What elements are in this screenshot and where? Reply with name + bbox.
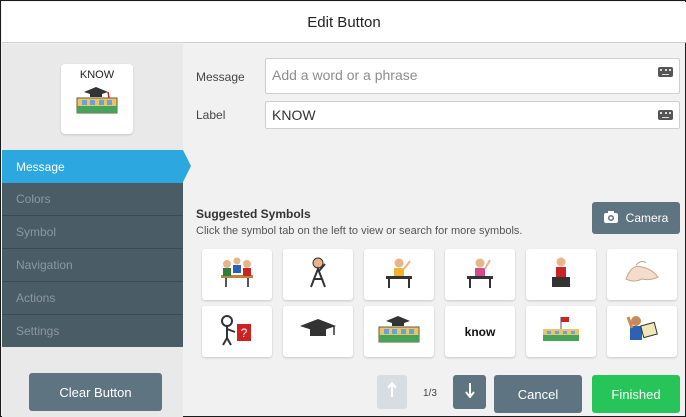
sidebar-item-label: Colors xyxy=(16,192,51,206)
keyboard-icon[interactable] xyxy=(658,67,673,77)
sidebar-item-label: Navigation xyxy=(16,258,73,272)
cancel-button[interactable]: Cancel xyxy=(494,375,582,413)
edit-button-dialog: Edit Button KNOW Message Colors Symbol N… xyxy=(0,0,686,417)
symbol-tile[interactable] xyxy=(445,249,515,300)
page-indicator: 1/3 xyxy=(423,388,437,399)
svg-text:?: ? xyxy=(241,326,248,340)
student-standing-icon xyxy=(546,255,576,294)
camera-button[interactable]: Camera xyxy=(592,202,680,234)
arrow-down-icon xyxy=(464,382,475,403)
symbol-tile[interactable] xyxy=(364,249,434,300)
student-at-desk-icon xyxy=(382,255,416,294)
sidebar-item-label: Symbol xyxy=(16,225,57,239)
sidebar-nav: Message Colors Symbol Navigation Actions… xyxy=(2,150,191,348)
preview-label: KNOW xyxy=(79,69,115,81)
sidebar-item-settings[interactable]: Settings xyxy=(2,315,183,348)
sidebar-item-actions[interactable]: Actions xyxy=(2,282,183,315)
students-discussing-icon xyxy=(217,255,257,294)
message-field-label: Message xyxy=(196,70,245,84)
symbol-text: know xyxy=(464,324,496,339)
camera-label: Camera xyxy=(625,211,669,225)
preview-area: KNOW xyxy=(2,44,183,150)
symbol-tile[interactable] xyxy=(607,306,677,357)
page-up-button[interactable] xyxy=(377,375,407,409)
sidebar-item-message[interactable]: Message xyxy=(2,150,191,183)
graduation-cap-icon xyxy=(298,317,338,346)
symbol-tile[interactable] xyxy=(526,306,596,357)
suggested-symbols-title: Suggested Symbols xyxy=(196,207,311,221)
sidebar-item-symbol[interactable]: Symbol xyxy=(2,216,183,249)
sidebar-item-label: Settings xyxy=(16,324,60,338)
symbol-tile[interactable]: ? xyxy=(202,306,272,357)
clear-button[interactable]: Clear Button xyxy=(29,373,162,411)
symbol-tile[interactable]: know xyxy=(445,306,515,357)
student-at-desk-2-icon xyxy=(463,255,497,294)
dialog-title: Edit Button xyxy=(2,2,686,43)
sidebar: KNOW Message Colors Symbol Navigation Ac… xyxy=(2,44,191,417)
symbol-tile[interactable] xyxy=(364,306,434,357)
person-with-paper-icon xyxy=(624,312,660,351)
person-question-icon: ? xyxy=(217,312,257,351)
symbol-tile[interactable] xyxy=(283,249,353,300)
sidebar-item-label: Actions xyxy=(16,291,56,305)
sidebar-item-colors[interactable]: Colors xyxy=(2,183,183,216)
keyboard-icon[interactable] xyxy=(658,110,673,120)
camera-icon xyxy=(603,210,618,226)
graduation-school-icon xyxy=(74,84,120,121)
person-thinking-icon xyxy=(301,255,335,294)
label-input[interactable]: KNOW xyxy=(265,101,680,129)
main-panel: Message Add a word or a phrase Label KNO… xyxy=(183,44,686,417)
label-value: KNOW xyxy=(272,107,316,123)
message-placeholder: Add a word or a phrase xyxy=(272,67,418,83)
school-building-icon xyxy=(541,315,581,348)
finished-button[interactable]: Finished xyxy=(592,375,680,413)
sidebar-footer: Clear Button xyxy=(2,347,183,417)
page-down-button[interactable] xyxy=(453,375,486,409)
symbol-tile[interactable] xyxy=(283,306,353,357)
arrow-up-icon xyxy=(387,380,397,403)
sidebar-item-label: Message xyxy=(16,159,65,174)
sidebar-item-navigation[interactable]: Navigation xyxy=(2,249,183,282)
label-field-label: Label xyxy=(196,108,226,122)
symbol-tile[interactable] xyxy=(607,249,677,300)
button-preview[interactable]: KNOW xyxy=(61,64,133,134)
message-input[interactable]: Add a word or a phrase xyxy=(265,58,680,94)
symbol-tile[interactable] xyxy=(526,249,596,300)
suggested-symbols-hint: Click the symbol tab on the left to view… xyxy=(196,225,523,237)
symbol-tile[interactable] xyxy=(202,249,272,300)
hand-gesture-icon xyxy=(622,257,662,292)
school-graduation-icon xyxy=(376,313,422,350)
